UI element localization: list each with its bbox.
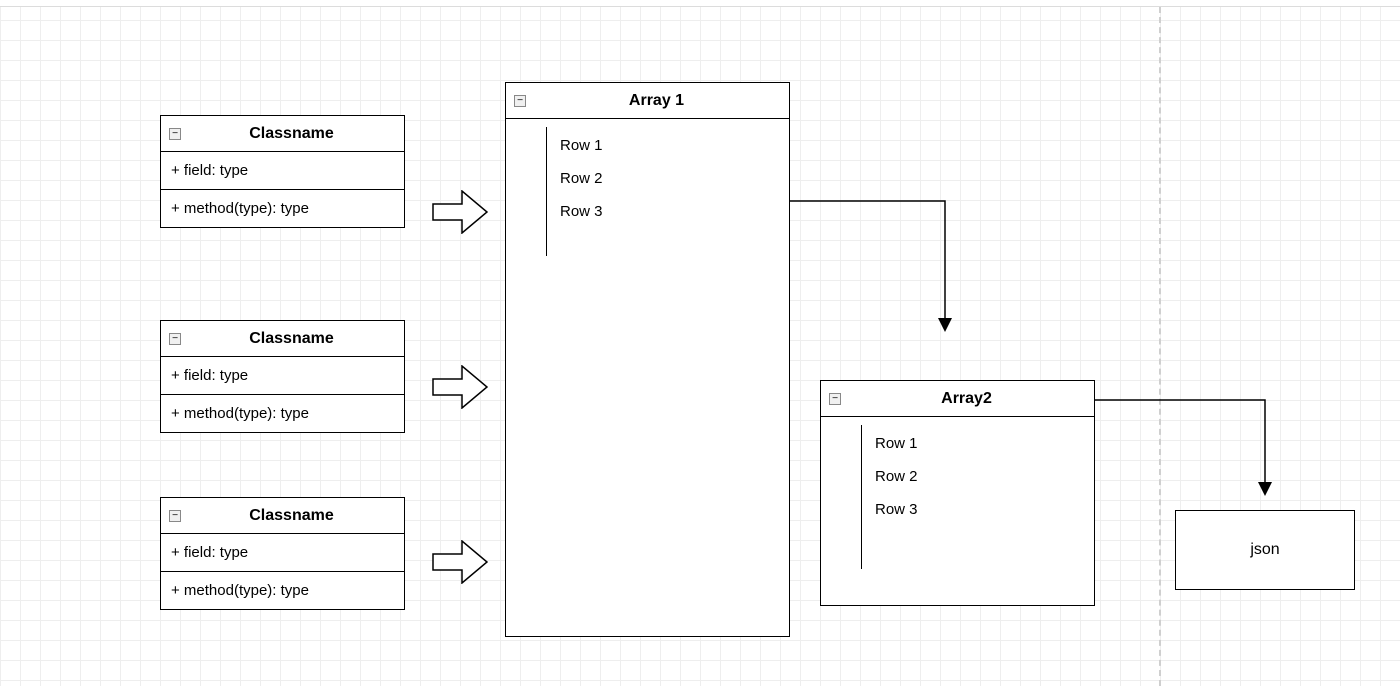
json-label: json <box>1250 541 1279 559</box>
array-header[interactable]: − Array 1 <box>506 83 789 119</box>
array-row[interactable]: Row 1 <box>875 427 1094 460</box>
uml-class-1[interactable]: − Classname + field: type + method(type)… <box>160 115 405 228</box>
uml-class-title: Classname <box>187 507 396 525</box>
array-2[interactable]: − Array2 Row 1 Row 2 Row 3 <box>820 380 1095 606</box>
uml-class-header[interactable]: − Classname <box>161 116 404 152</box>
uml-class-2[interactable]: − Classname + field: type + method(type)… <box>160 320 405 433</box>
block-arrow-2[interactable] <box>432 365 488 409</box>
uml-field[interactable]: + field: type <box>161 357 404 395</box>
connector-array2-to-json[interactable] <box>1095 395 1280 505</box>
array-title: Array 1 <box>532 92 781 110</box>
array-1[interactable]: − Array 1 Row 1 Row 2 Row 3 <box>505 82 790 637</box>
uml-class-header[interactable]: − Classname <box>161 321 404 357</box>
array-body[interactable]: Row 1 Row 2 Row 3 <box>821 417 1094 577</box>
array-row[interactable]: Row 1 <box>560 129 789 162</box>
uml-method[interactable]: + method(type): type <box>161 190 404 227</box>
array-row[interactable]: Row 2 <box>875 460 1094 493</box>
uml-class-header[interactable]: − Classname <box>161 498 404 534</box>
uml-class-title: Classname <box>187 330 396 348</box>
uml-method[interactable]: + method(type): type <box>161 572 404 609</box>
collapse-icon[interactable]: − <box>169 333 181 345</box>
array-title: Array2 <box>847 390 1086 408</box>
collapse-icon[interactable]: − <box>514 95 526 107</box>
block-arrow-3[interactable] <box>432 540 488 584</box>
uml-method[interactable]: + method(type): type <box>161 395 404 432</box>
array-header[interactable]: − Array2 <box>821 381 1094 417</box>
uml-class-title: Classname <box>187 125 396 143</box>
array-body[interactable]: Row 1 Row 2 Row 3 <box>506 119 789 264</box>
canvas-top-bar <box>0 0 1400 7</box>
uml-class-3[interactable]: − Classname + field: type + method(type)… <box>160 497 405 610</box>
page-break-guide <box>1159 7 1161 686</box>
block-arrow-1[interactable] <box>432 190 488 234</box>
array-row[interactable]: Row 3 <box>560 195 789 228</box>
uml-field[interactable]: + field: type <box>161 534 404 572</box>
array-row[interactable]: Row 2 <box>560 162 789 195</box>
json-box[interactable]: json <box>1175 510 1355 590</box>
collapse-icon[interactable]: − <box>829 393 841 405</box>
uml-field[interactable]: + field: type <box>161 152 404 190</box>
connector-array1-to-array2[interactable] <box>790 196 960 341</box>
collapse-icon[interactable]: − <box>169 510 181 522</box>
collapse-icon[interactable]: − <box>169 128 181 140</box>
array-row[interactable]: Row 3 <box>875 493 1094 526</box>
